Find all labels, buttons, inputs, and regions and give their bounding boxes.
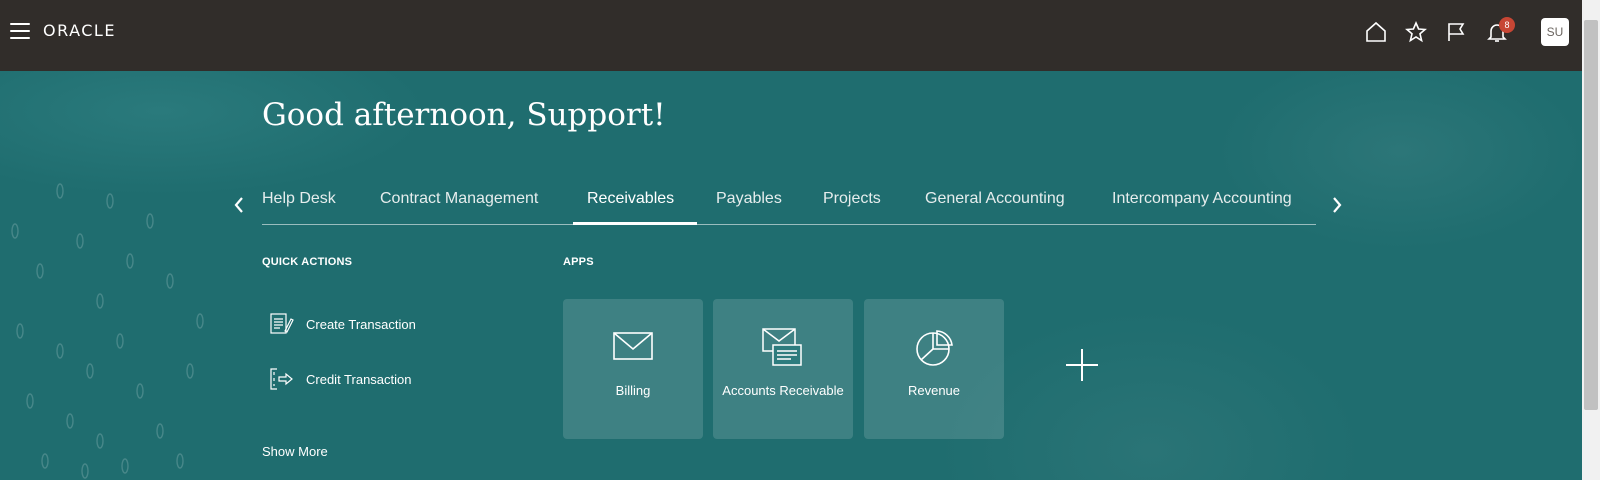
accounts-receivable-icon [762,328,802,366]
app-label: Billing [615,383,651,398]
tab-help-desk[interactable]: Help Desk [262,190,336,208]
tab-intercompany-accounting[interactable]: Intercompany Accounting [1112,190,1292,208]
app-tile-revenue[interactable]: Revenue [864,299,1004,439]
quick-action-label: Create Transaction [306,317,416,332]
home-icon[interactable] [1364,20,1388,44]
tab-contract-management[interactable]: Contract Management [380,190,538,208]
app-label: Accounts Receivable [722,383,844,398]
top-bar: ORACLE 8 SU [0,0,1582,71]
quick-action-label: Credit Transaction [306,372,412,387]
greeting-heading: Good afternoon, Support! [262,97,666,133]
background-pattern [11,183,204,479]
menu-icon[interactable] [10,23,30,41]
app-tile-billing[interactable]: Billing [563,299,703,439]
app-tile-accounts-receivable[interactable]: Accounts Receivable [713,299,853,439]
tab-payables[interactable]: Payables [716,190,782,208]
active-tab-indicator [573,222,697,225]
star-icon[interactable] [1404,20,1428,44]
envelope-icon [613,332,653,360]
tab-projects[interactable]: Projects [823,190,881,208]
quick-actions-title: QUICK ACTIONS [262,256,353,268]
notification-badge: 8 [1499,17,1515,33]
credit-transaction-icon [270,368,293,390]
pie-chart-icon [916,330,953,366]
oracle-logo[interactable]: ORACLE [43,21,116,40]
tab-receivables[interactable]: Receivables [587,190,674,208]
add-app-icon[interactable] [1065,348,1099,382]
apps-title: APPS [563,256,594,268]
app-label: Revenue [907,383,961,398]
tab-general-accounting[interactable]: General Accounting [925,190,1065,208]
tabs-previous-icon[interactable] [231,194,247,216]
create-transaction-icon [270,313,294,334]
tabs-divider [262,224,1316,225]
tabs-next-icon[interactable] [1329,194,1345,216]
show-more-link[interactable]: Show More [262,444,328,459]
scrollbar-thumb[interactable] [1584,20,1598,410]
flag-icon[interactable] [1444,20,1468,44]
avatar[interactable]: SU [1541,18,1569,46]
